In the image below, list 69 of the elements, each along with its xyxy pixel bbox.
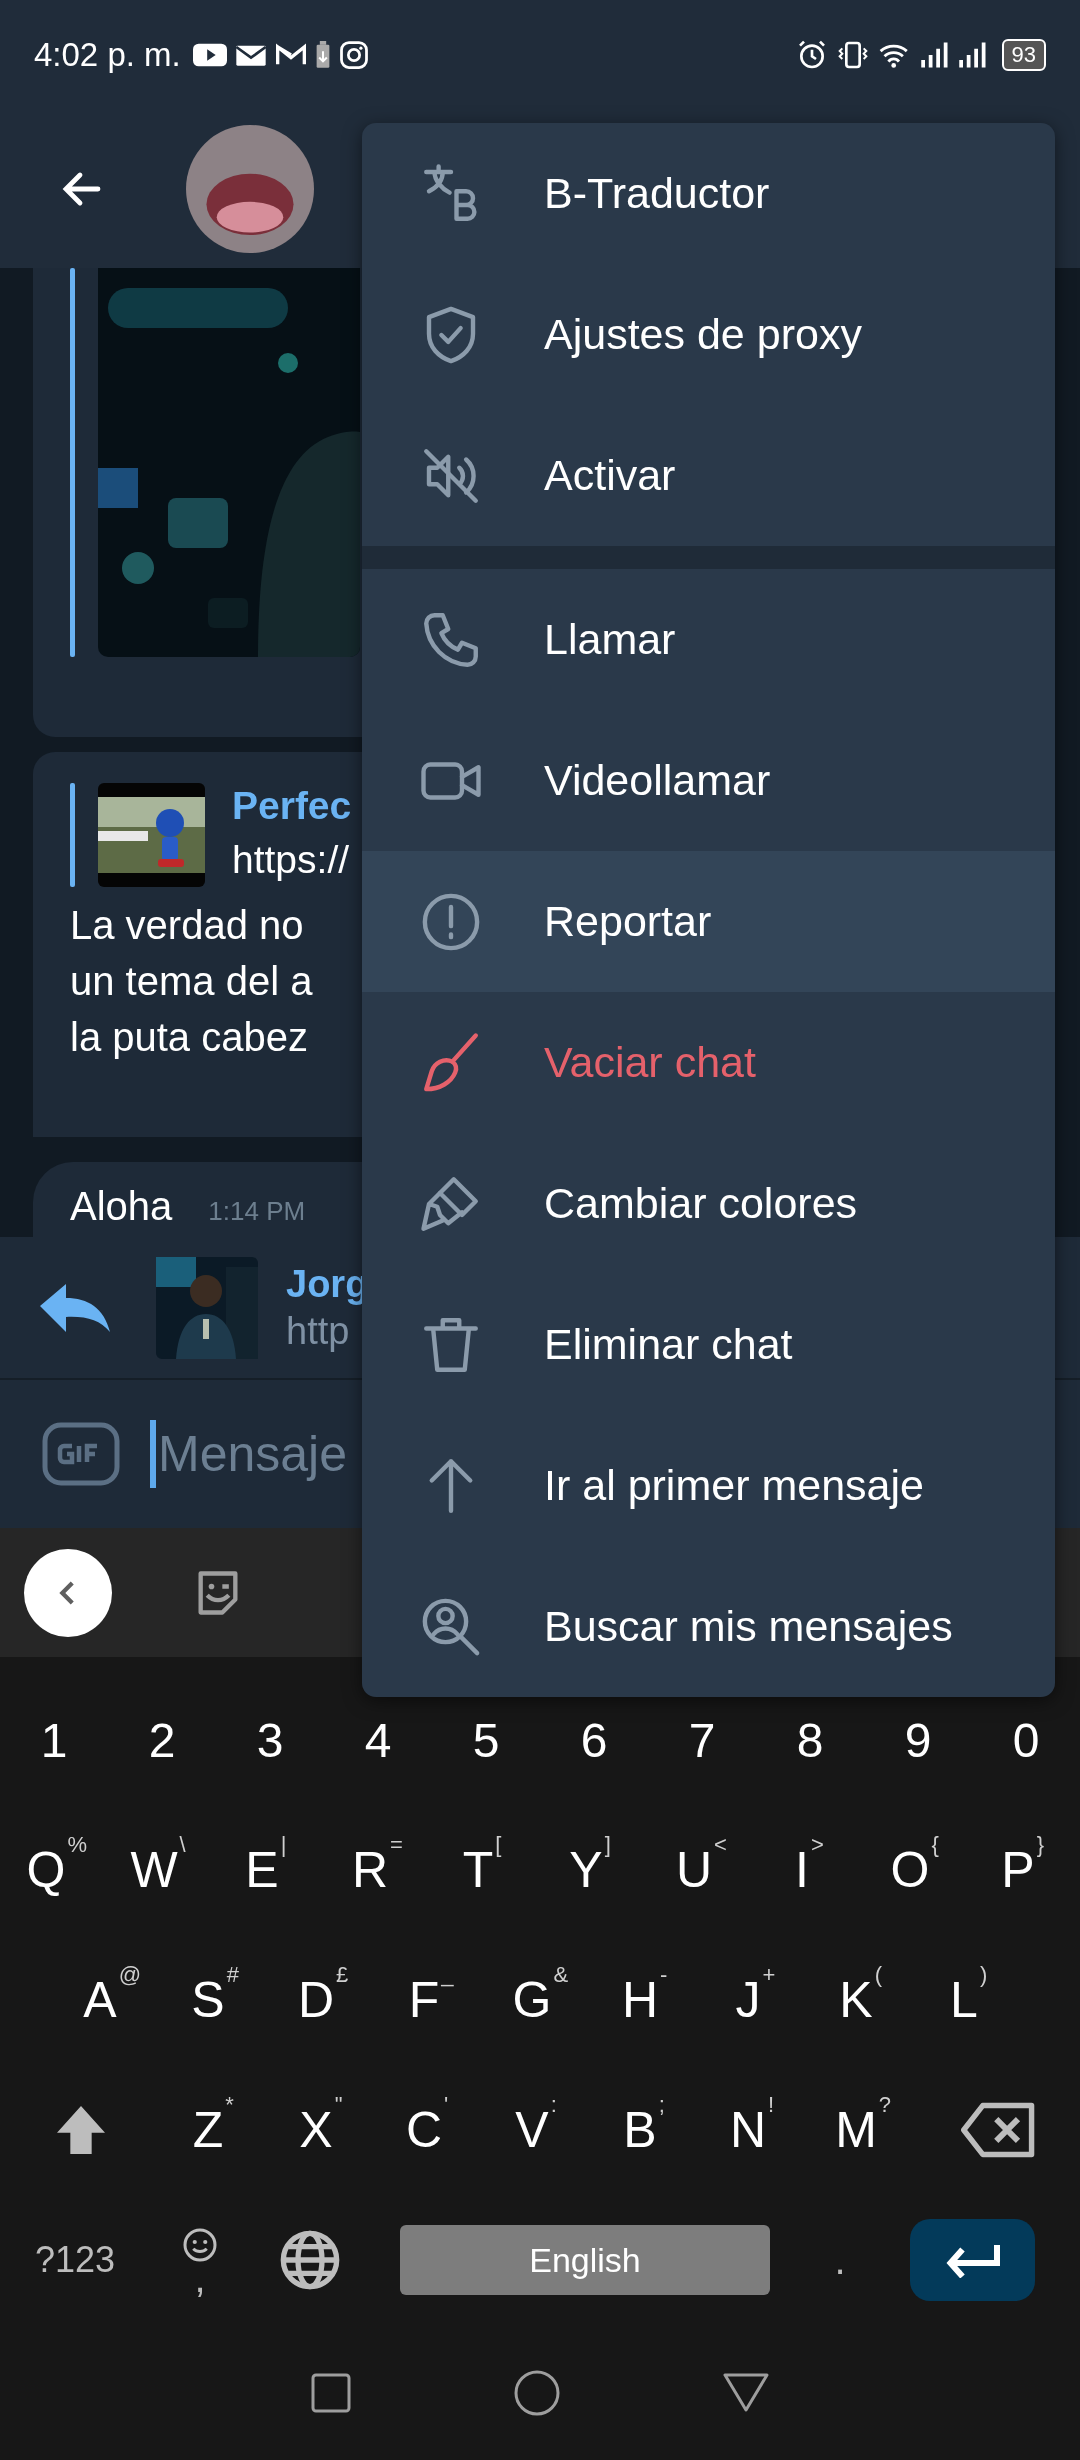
- menu-item[interactable]: Videollamar: [362, 710, 1055, 851]
- signal-icon: [957, 40, 988, 70]
- keyboard-key[interactable]: K(: [810, 1940, 918, 2060]
- play-icon: [192, 42, 227, 68]
- camera-icon: [338, 40, 369, 70]
- menu-item[interactable]: Llamar: [362, 569, 1055, 710]
- reply-arrow-icon: [40, 1283, 110, 1332]
- message-text: Aloha: [70, 1184, 173, 1229]
- reply-preview-text: http: [286, 1309, 351, 1353]
- menu-item[interactable]: Activar: [362, 405, 1055, 546]
- gif-icon[interactable]: [42, 1422, 120, 1486]
- clock-time: 4:02 p. m.: [34, 36, 181, 74]
- keyboard-key[interactable]: M?: [810, 2070, 918, 2190]
- period-key[interactable]: .: [770, 2200, 910, 2320]
- keyboard-key[interactable]: P}: [972, 1810, 1080, 1930]
- keyboard-key[interactable]: B;: [594, 2070, 702, 2190]
- keyboard-key[interactable]: A@: [54, 1940, 162, 2060]
- keyboard-key[interactable]: J+: [702, 1940, 810, 2060]
- menu-item[interactable]: Cambiar colores: [362, 1133, 1055, 1274]
- message-text: un tema del a: [70, 958, 314, 1005]
- backspace-icon: [961, 2102, 1037, 2158]
- keyboard-key[interactable]: T[: [432, 1810, 540, 1930]
- message-text: La verdad no: [70, 902, 305, 949]
- comma-key[interactable]: ,: [150, 2200, 250, 2320]
- link-url: https://: [232, 837, 351, 883]
- link-title: Perfec: [232, 783, 352, 829]
- globe-icon: [278, 2228, 342, 2292]
- keyboard-key[interactable]: 2: [108, 1680, 216, 1800]
- menu-item[interactable]: Eliminar chat: [362, 1274, 1055, 1415]
- text-cursor: [150, 1420, 156, 1488]
- message-time: 1:14 PM: [208, 1196, 306, 1227]
- keyboard-key[interactable]: V:: [486, 2070, 594, 2190]
- menu-item[interactable]: Reportar: [362, 851, 1055, 992]
- keyboard-key[interactable]: S#: [162, 1940, 270, 2060]
- recents-icon[interactable]: [311, 2372, 352, 2413]
- avatar[interactable]: [186, 125, 314, 253]
- space-bar[interactable]: English: [400, 2225, 770, 2295]
- keyboard-key[interactable]: C': [378, 2070, 486, 2190]
- battery-saver-icon: [314, 41, 331, 69]
- keyboard-key[interactable]: G&: [486, 1940, 594, 2060]
- vibrate-icon: [835, 39, 870, 71]
- keyboard-key[interactable]: D£: [270, 1940, 378, 2060]
- keyboard-key[interactable]: L): [918, 1940, 1026, 2060]
- keyboard-key[interactable]: U<: [648, 1810, 756, 1930]
- emoji-icon: [182, 2227, 218, 2263]
- keyboard-key[interactable]: E|: [216, 1810, 324, 1930]
- keyboard-key[interactable]: I>: [756, 1810, 864, 1930]
- keyboard-key[interactable]: H-: [594, 1940, 702, 2060]
- keyboard-key[interactable]: Y]: [540, 1810, 648, 1930]
- battery-indicator: 93: [1001, 39, 1046, 71]
- keyboard-key[interactable]: 3: [216, 1680, 324, 1800]
- signal-icon: [919, 40, 950, 70]
- keyboard-key[interactable]: Q%: [0, 1810, 108, 1930]
- menu-item[interactable]: Vaciar chat: [362, 992, 1055, 1133]
- keyboard-key[interactable]: 1: [0, 1680, 108, 1800]
- message-text: la puta cabez: [70, 1014, 309, 1061]
- enter-key[interactable]: [910, 2219, 1035, 2301]
- keyboard-key[interactable]: X": [270, 2070, 378, 2190]
- keyboard-key[interactable]: F_: [378, 1940, 486, 2060]
- keyboard-key[interactable]: R=: [324, 1810, 432, 1930]
- keyboard-key[interactable]: O{: [864, 1810, 972, 1930]
- keyboard-key[interactable]: N!: [702, 2070, 810, 2190]
- symbols-key[interactable]: ?123: [0, 2200, 150, 2320]
- keyboard-key[interactable]: Z*: [162, 2070, 270, 2190]
- menu-item[interactable]: Ajustes de proxy: [362, 264, 1055, 405]
- home-icon[interactable]: [514, 2369, 560, 2416]
- keyboard-key[interactable]: W\: [108, 1810, 216, 1930]
- back-icon[interactable]: [722, 2372, 769, 2413]
- menu-item[interactable]: Buscar mis mensajes: [362, 1556, 1055, 1697]
